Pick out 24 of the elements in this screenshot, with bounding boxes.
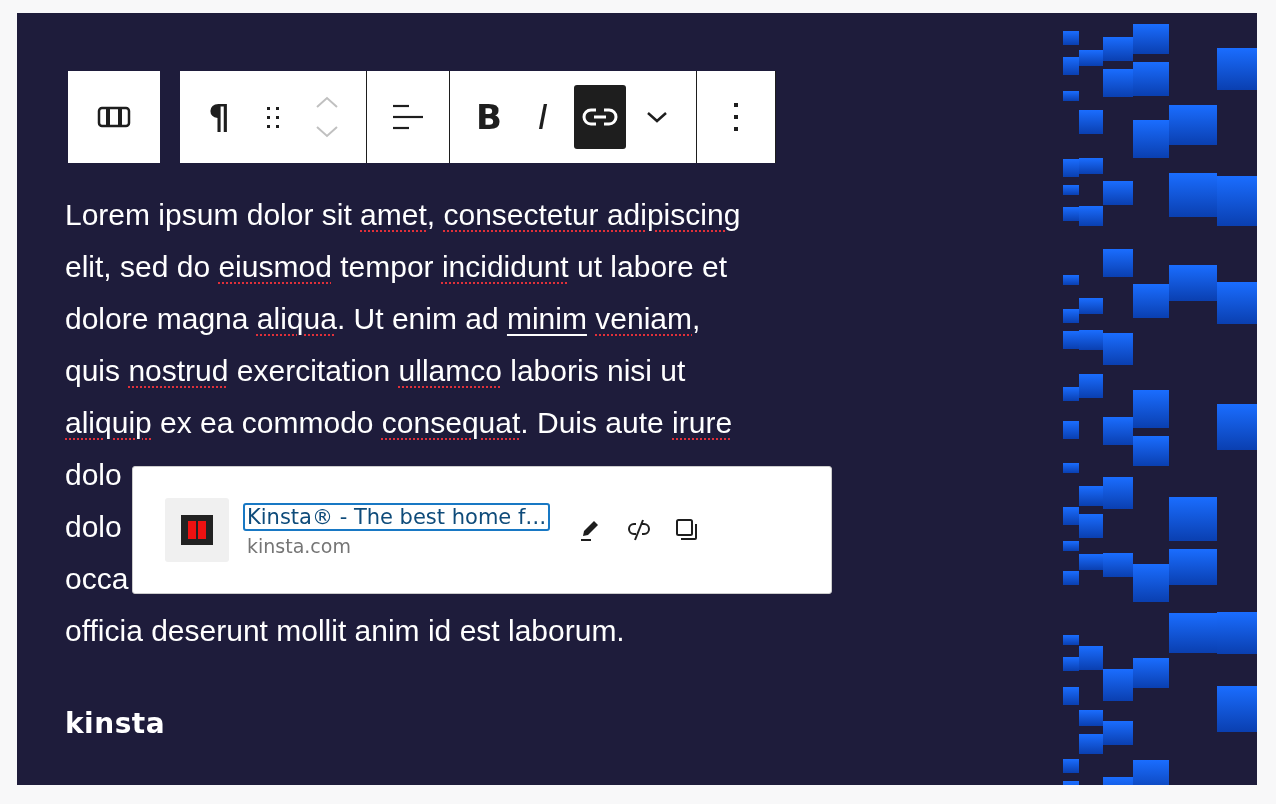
columns-icon	[97, 105, 131, 129]
text-line: aliquip ex ea commodo consequat. Duis aute irure	[65, 405, 733, 441]
toolbar-button[interactable]	[574, 85, 626, 149]
text-line: elit, sed do eiusmod tempor incididunt ut labore et	[65, 249, 728, 285]
unlink-icon	[626, 517, 653, 543]
text-line: Lorem ipsum dolor sit amet, consectetur adipiscing	[65, 197, 741, 233]
link-icon	[582, 107, 618, 127]
drag-handle-icon	[266, 105, 280, 129]
text-line: dolore magna aliqua. Ut enim ad minim veniam,	[65, 301, 701, 337]
text-line: officia deserunt mollit anim id est laborum.	[65, 613, 625, 649]
more-options-icon	[734, 103, 738, 131]
link-url: kinsta.com	[246, 535, 351, 557]
link-title[interactable]: Kinsta® - The best home f…	[243, 503, 551, 531]
text-line: dolo	[65, 457, 122, 493]
text-line: dolo	[65, 509, 122, 545]
text-line: occa	[65, 561, 129, 597]
toolbar-button[interactable]: B	[466, 85, 512, 149]
toolbar-button[interactable]: ¶	[196, 85, 242, 149]
toolbar-button[interactable]: I	[520, 85, 566, 149]
site-logo-icon	[181, 515, 213, 545]
logo: kinsta	[65, 707, 166, 740]
caret-icon	[646, 111, 668, 123]
text-line: quis nostrud exercitation ullamco laboris nisi ut	[65, 353, 686, 389]
align-left-icon	[391, 104, 425, 130]
